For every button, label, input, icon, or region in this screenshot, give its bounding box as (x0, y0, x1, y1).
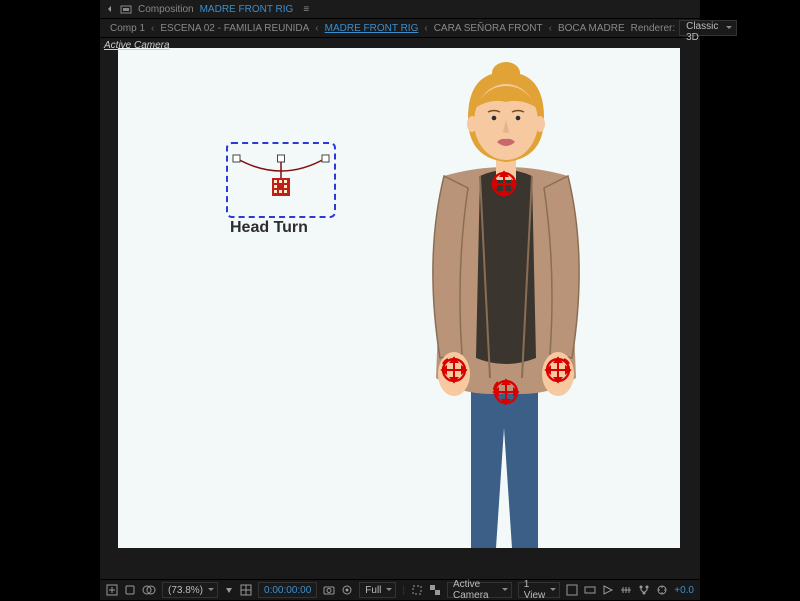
chevron-left-icon: ‹ (424, 23, 427, 34)
roi-icon[interactable] (411, 584, 423, 596)
chevron-left-icon: ‹ (549, 23, 552, 34)
tab-prefix: Composition (138, 4, 194, 15)
crumb-4[interactable]: BOCA MADRE (558, 23, 625, 34)
hip-rig-control[interactable] (492, 378, 520, 406)
head-turn-controller[interactable] (226, 142, 336, 218)
neck-rig-control[interactable] (490, 170, 518, 198)
renderer-label: Renderer: (631, 23, 675, 34)
timecode-field[interactable]: 0:00:00:00 (258, 582, 317, 598)
composition-icon (120, 3, 132, 15)
crumb-0[interactable]: Comp 1 (110, 23, 145, 34)
crumb-3[interactable]: CARA SEÑORA FRONT (434, 23, 543, 34)
panel-menu-icon[interactable]: ≡ (303, 4, 309, 15)
crumb-2[interactable]: MADRE FRONT RIG (325, 23, 419, 34)
sidebar-chevron-icon[interactable] (106, 4, 114, 14)
channel-icon[interactable] (341, 584, 353, 596)
magnify-icon[interactable] (106, 584, 118, 596)
snapshot-icon[interactable] (323, 584, 335, 596)
exposure-value[interactable]: +0.0 (674, 585, 694, 596)
head-turn-label: Head Turn (230, 220, 308, 236)
camera-select[interactable]: Active Camera (447, 582, 512, 598)
composition-tab-bar: Composition MADRE FRONT RIG ≡ (100, 0, 700, 19)
active-camera-label[interactable]: Active Camera (104, 40, 170, 51)
share-view-icon[interactable] (566, 584, 578, 596)
comp-flowchart-icon[interactable] (638, 584, 650, 596)
flowchart-breadcrumb: Comp 1 ‹ ESCENA 02 - FAMILIA REUNIDA ‹ M… (100, 19, 700, 38)
fast-preview-icon[interactable] (602, 584, 614, 596)
hand-tool-icon[interactable] (124, 584, 136, 596)
resolution-down-icon[interactable] (224, 585, 234, 595)
exposure-reset-icon[interactable] (656, 584, 668, 596)
renderer-select[interactable]: Classic 3D (679, 20, 737, 36)
view-layout-select[interactable]: 1 View (518, 582, 561, 598)
grid-icon[interactable] (240, 584, 252, 596)
chevron-left-icon: ‹ (315, 23, 318, 34)
character-illustration (376, 58, 636, 548)
zoom-select[interactable]: (73.8%) (162, 582, 218, 598)
mask-icon[interactable] (142, 584, 156, 596)
resolution-select[interactable]: Full (359, 582, 396, 598)
pixel-aspect-icon[interactable] (584, 584, 596, 596)
right-hand-rig-control[interactable] (544, 356, 572, 384)
transparency-grid-icon[interactable] (429, 584, 441, 596)
left-hand-rig-control[interactable] (440, 356, 468, 384)
composition-canvas[interactable]: Head Turn (118, 48, 680, 548)
timeline-icon[interactable] (620, 584, 632, 596)
chevron-left-icon: ‹ (151, 23, 154, 34)
composition-tab[interactable]: MADRE FRONT RIG (200, 4, 294, 15)
composition-viewport[interactable]: Active Camera Head Turn (100, 40, 700, 578)
viewer-footer: (73.8%) 0:00:00:00 Full | Active Camera … (100, 579, 700, 600)
crumb-1[interactable]: ESCENA 02 - FAMILIA REUNIDA (160, 23, 309, 34)
